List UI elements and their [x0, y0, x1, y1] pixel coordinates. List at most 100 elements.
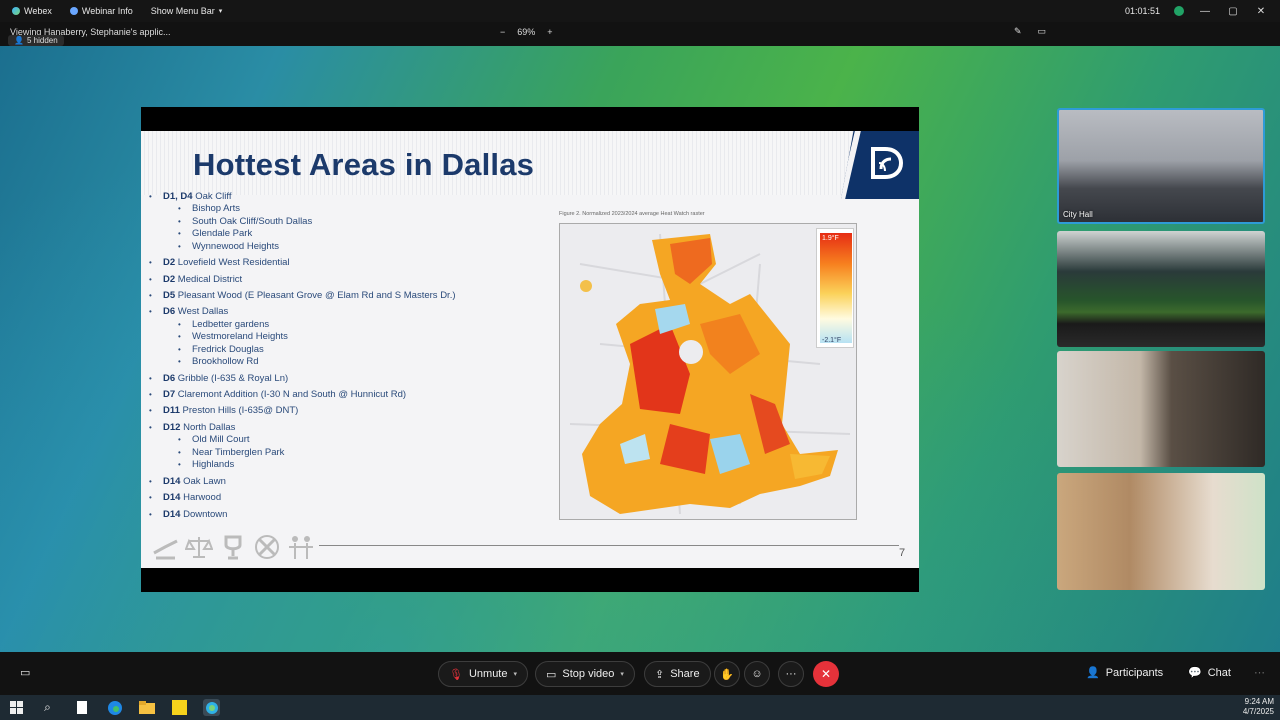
person-icon: 👤 [14, 36, 24, 45]
share-screen-icon: ⇪ [655, 668, 665, 681]
list-item: • D14 Harwood [149, 492, 222, 503]
list-item: • D6 West Dallas [149, 306, 229, 317]
close-window-icon[interactable]: ✕ [1254, 6, 1268, 17]
smiley-icon: ☺ [751, 668, 763, 680]
webex-app-menu[interactable]: Webex [6, 0, 58, 22]
connection-status-icon [1174, 6, 1184, 16]
list-subitem: • Ledbetter gardens [178, 318, 270, 330]
meeting-controls: ▭ 🎙 Unmute ▾ ▭ Stop video ▾ ⇪ Share ✋ ☺ … [0, 652, 1280, 695]
list-item: • D1, D4 Oak Cliff [149, 191, 232, 202]
cross-pattern-icon [253, 533, 281, 561]
map-caption: Figure 2. Normalized 2023/2024 average H… [559, 211, 705, 217]
unmute-button[interactable]: 🎙 Unmute ▾ [438, 661, 529, 687]
annotate-icon[interactable]: ✎ [1014, 26, 1022, 37]
webinar-info-button[interactable]: Webinar Info [64, 0, 139, 22]
show-menu-bar-label: Show Menu Bar [150, 6, 215, 16]
participants-button[interactable]: 👤 Participants [1086, 666, 1164, 680]
heat-map: 1.9°F -2.1°F [559, 223, 857, 520]
list-item: • D14 Downtown [149, 508, 228, 520]
webinar-info-label: Webinar Info [81, 6, 133, 16]
clock-date: 4/7/2025 [1242, 707, 1274, 716]
footer-rule [319, 545, 899, 546]
video-tile-city-hall[interactable]: City Hall [1057, 108, 1265, 224]
maximize-icon[interactable]: ▢ [1226, 6, 1240, 17]
system-clock[interactable]: 9:24 AM 4/7/2025 [1243, 697, 1274, 717]
minimize-icon[interactable]: — [1198, 6, 1212, 17]
legend-gradient [820, 233, 852, 343]
captions-icon[interactable]: ▭ [20, 666, 30, 679]
chat-label: Chat [1207, 666, 1231, 679]
list-item: • D2 Medical District [149, 273, 243, 285]
stop-video-label: Stop video [562, 668, 615, 680]
close-icon: ✕ [820, 667, 832, 681]
video-camera-icon: ▭ [546, 668, 557, 681]
title-bar: Webex Webinar Info Show Menu Bar ▾ 01:01… [0, 0, 1280, 22]
more-icon: ··· [785, 668, 797, 680]
view-icons: ✎ ▭ [1014, 26, 1046, 37]
chat-icon: 💬 [1188, 667, 1202, 679]
file-explorer-icon[interactable] [138, 699, 155, 716]
info-icon [69, 7, 78, 15]
list-item: • D2 Lovefield West Residential [149, 257, 290, 268]
tile-name-label: City Hall [1063, 210, 1093, 219]
list-item: • D12 North Dallas [149, 421, 236, 433]
chevron-down-icon[interactable]: ▾ [514, 670, 518, 678]
more-options-button[interactable]: ··· [778, 661, 804, 687]
layout-icon[interactable]: ▭ [1038, 26, 1047, 37]
scales-icon [184, 533, 214, 561]
list-subitem: • Near Timberglen Park [178, 446, 285, 458]
share-label: Share [670, 668, 700, 680]
webex-taskbar-icon[interactable] [203, 699, 220, 716]
legend-high-label: 1.9°F [822, 235, 839, 242]
leave-meeting-button[interactable]: ✕ [813, 661, 839, 687]
webex-logo-icon [12, 7, 20, 15]
participants-icon: 👤 [1086, 667, 1100, 679]
temperature-legend: 1.9°F -2.1°F [816, 228, 854, 348]
trophy-icon [219, 533, 247, 561]
list-subitem: • Brookhollow Rd [178, 356, 259, 367]
more-panels-icon[interactable]: ⋯ [1254, 666, 1265, 679]
reactions-button[interactable]: ☺ [744, 661, 770, 687]
meeting-timer: 01:01:51 [1124, 6, 1160, 16]
mic-muted-icon: 🎙 [449, 668, 463, 681]
zoom-level: 69% [517, 27, 536, 37]
share-toolbar: Viewing Hanaberry, Stephanie's applic...… [0, 22, 1280, 46]
raise-hand-button[interactable]: ✋ [714, 661, 740, 687]
zoom-controls: − 69% + [500, 27, 553, 37]
show-menu-bar-button[interactable]: Show Menu Bar ▾ [145, 0, 229, 22]
list-item: • D11 Preston Hills (I-635@ DNT) [149, 405, 299, 416]
search-icon[interactable]: ⌕ [39, 699, 56, 716]
webex-window: Webex Webinar Info Show Menu Bar ▾ 01:01… [0, 0, 1280, 720]
list-item: • D5 Pleasant Wood (E Pleasant Grove @ El… [149, 290, 456, 301]
participants-label: Participants [1105, 666, 1164, 679]
file-icon[interactable] [73, 699, 90, 716]
windows-start-icon[interactable] [8, 699, 25, 716]
footer-icons [151, 533, 315, 561]
raise-hand-icon: ✋ [720, 668, 734, 681]
hidden-participants-badge[interactable]: 👤 5 hidden [8, 35, 64, 46]
video-tile-council-chamber[interactable] [1057, 231, 1265, 347]
list-subitem: • Fredrick Douglas [178, 343, 264, 355]
chevron-down-icon: ▾ [218, 8, 223, 15]
legend-low-label: -2.1°F [822, 337, 842, 344]
shared-content: Hottest Areas in Dallas • D1, D4 Oak Clif… [141, 107, 919, 592]
zoom-in-button[interactable]: + [547, 27, 552, 37]
sticky-notes-icon[interactable] [171, 699, 188, 716]
list-subitem: • South Oak Cliff/South Dallas [178, 215, 313, 227]
list-subitem: • Highlands [178, 459, 235, 470]
people-icon [287, 533, 315, 561]
chevron-down-icon[interactable]: ▾ [620, 670, 624, 678]
list-item: • D6 Gribble (I-635 & Royal Ln) [149, 372, 289, 384]
chat-button[interactable]: 💬 Chat [1188, 666, 1231, 680]
city-of-dallas-logo [841, 131, 919, 199]
clock-time: 9:24 AM [1244, 697, 1274, 706]
video-tile-participant[interactable] [1057, 351, 1265, 467]
share-button[interactable]: ⇪ Share [644, 661, 711, 687]
stop-video-button[interactable]: ▭ Stop video ▾ [535, 661, 635, 687]
heat-map-image [569, 233, 851, 515]
hidden-count: 5 hidden [26, 36, 58, 45]
edge-browser-icon[interactable] [106, 699, 123, 716]
zoom-out-button[interactable]: − [500, 27, 505, 37]
list-subitem: • Bishop Arts [178, 203, 241, 214]
video-tile-participant[interactable] [1057, 473, 1265, 590]
